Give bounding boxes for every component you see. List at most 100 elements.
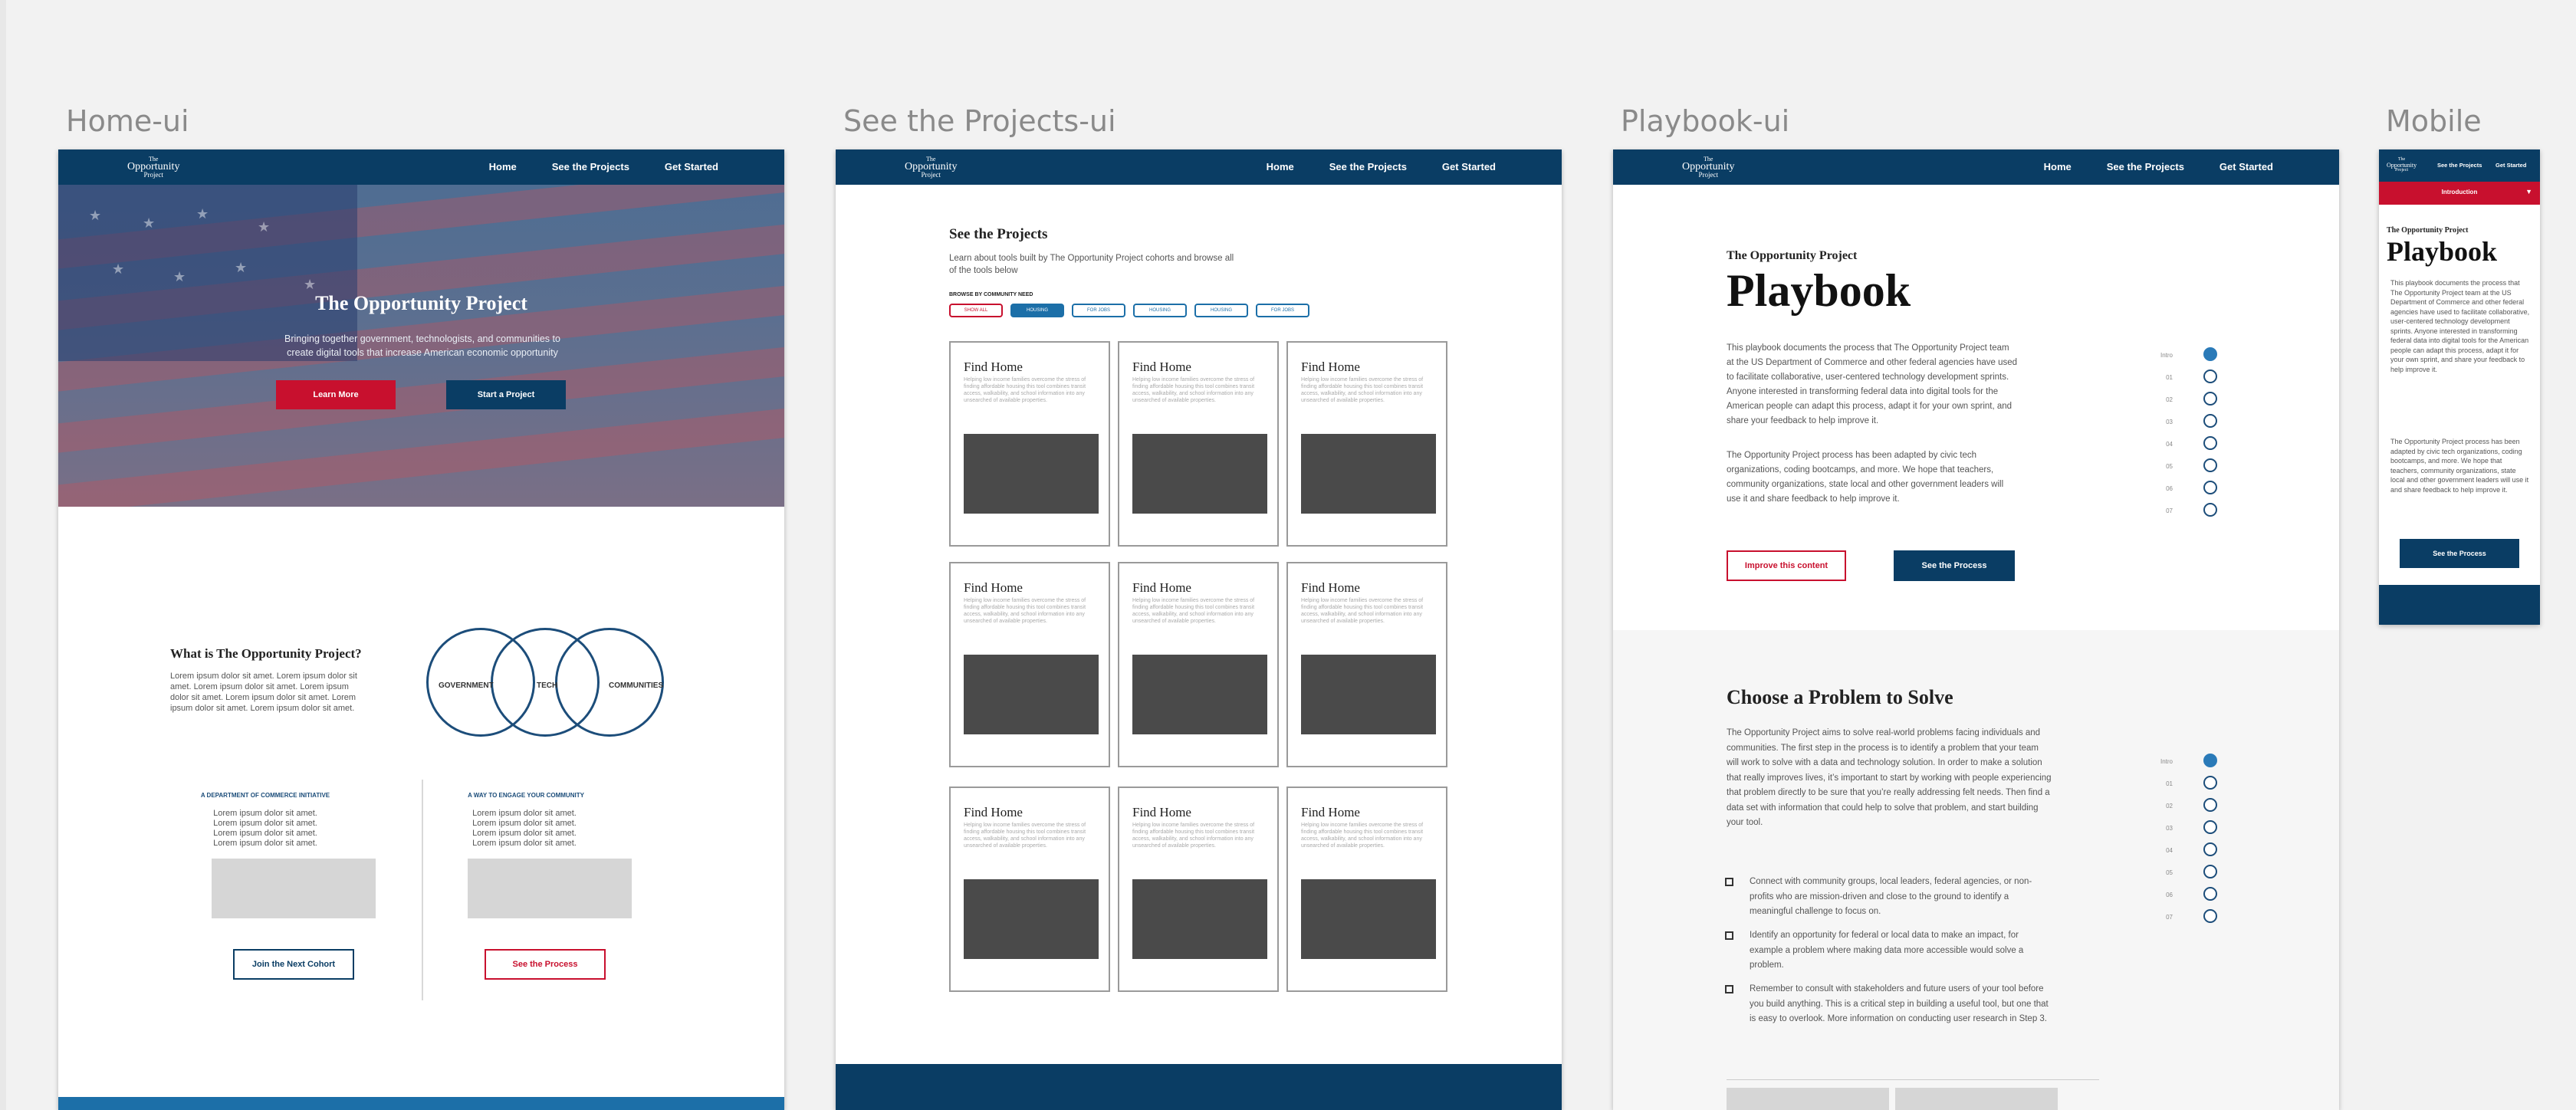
nav-link-projects[interactable]: See the Projects [2107,161,2184,172]
project-card[interactable]: Find Home Helping low income families ov… [1118,562,1279,767]
project-card[interactable]: Find Home Helping low income families ov… [949,562,1110,767]
mobile-nav: The Opportunity Project See the Projects… [2379,149,2540,182]
card-description: Helping low income families overcome the… [964,598,1086,624]
step-label: 07 [2166,507,2173,514]
artboard-projects: The Opportunity Project Home See the Pro… [836,149,1562,1110]
site-logo[interactable]: The Opportunity Project [2387,157,2417,173]
project-card[interactable]: Find Home Helping low income families ov… [949,341,1110,547]
nav-link-get-started[interactable]: Get Started [1442,161,1496,172]
nav-link-home[interactable]: Home [2044,161,2072,172]
card-image [964,879,1099,959]
hero-subtitle: Bringing together government, technologi… [284,333,560,358]
card-title: Find Home [1301,580,1360,595]
step-label: 06 [2166,485,2173,492]
card-image [1301,434,1436,514]
card-image [1132,879,1267,959]
card-description: Helping low income families overcome the… [964,377,1086,403]
nav-link-get-started[interactable]: Get Started [665,161,718,172]
project-card[interactable]: Find Home Helping low income families ov… [1286,341,1447,547]
footer-bar [58,1097,784,1110]
page-intro: Learn about tools built by The Opportuni… [949,254,1234,275]
project-card[interactable]: Find Home Helping low income families ov… [949,787,1110,992]
step-label: 01 [2166,374,2173,381]
step-dot[interactable] [2203,503,2217,517]
project-card[interactable]: Find Home Helping low income families ov… [1286,787,1447,992]
column-1-heading: A DEPARTMENT OF COMMERCE INITIATIVE [200,792,330,799]
column-2-body: Lorem ipsum dolor sit amet. Lorem ipsum … [472,809,577,848]
filter-chip-housing[interactable]: HOUSING [1133,304,1187,317]
card-description: Helping low income families overcome the… [1132,377,1255,403]
step-dot[interactable] [2203,436,2217,450]
learn-more-button[interactable]: Learn More [276,380,396,409]
step-dot[interactable] [2203,392,2217,406]
card-title: Find Home [1301,805,1360,819]
step-dot[interactable] [2203,481,2217,494]
top-nav: The Opportunity Project Home See the Pro… [836,149,1562,185]
site-logo[interactable]: The Opportunity Project [127,156,179,179]
filter-chip-show-all[interactable]: SHOW ALL [949,304,1003,317]
project-card[interactable]: Find Home Helping low income families ov… [1118,341,1279,547]
start-project-button[interactable]: Start a Project [446,380,566,409]
card-image [1301,879,1436,959]
step-dot[interactable] [2203,842,2217,856]
nav-link-home[interactable]: Home [489,161,517,172]
step-dot[interactable] [2203,887,2217,901]
join-cohort-button[interactable]: Join the Next Cohort [233,949,354,980]
step-dot[interactable] [2203,369,2217,383]
divider [1727,1079,2099,1080]
artboard-mobile: The Opportunity Project See the Projects… [2379,149,2540,625]
star-icon: ★ [304,277,317,292]
step-dot[interactable] [2203,909,2217,923]
playbook-intro-2: The Opportunity Project process has been… [1727,451,2004,504]
site-logo[interactable]: The Opportunity Project [905,156,957,179]
star-icon: ★ [112,261,125,277]
image-placeholder [468,859,632,918]
card-description: Helping low income families overcome the… [1301,598,1424,624]
step-label: 02 [2166,396,2173,403]
filter-chip-jobs[interactable]: FOR JOBS [1072,304,1125,317]
step-label: 07 [2166,914,2173,921]
see-process-button[interactable]: See the Process [1894,550,2015,581]
logo-line-3: Project [2395,168,2409,172]
nav-link-get-started[interactable]: Get Started [2496,162,2526,169]
filter-chip-jobs[interactable]: FOR JOBS [1256,304,1309,317]
nav-link-projects[interactable]: See the Projects [1329,161,1407,172]
step-dot[interactable] [2203,798,2217,812]
card-description: Helping low income families overcome the… [1132,598,1255,624]
step-dot-active[interactable] [2203,347,2217,361]
step-dot[interactable] [2203,820,2217,834]
checklist-checkbox[interactable] [1725,931,1733,940]
step-label: 03 [2166,419,2173,425]
step-dot-active[interactable] [2203,754,2217,767]
section-dropdown[interactable]: Introduction ▼ [2379,182,2540,205]
project-card[interactable]: Find Home Helping low income families ov… [1118,787,1279,992]
checklist-checkbox[interactable] [1725,878,1733,886]
nav-link-get-started[interactable]: Get Started [2220,161,2273,172]
step-dot[interactable] [2203,458,2217,472]
filter-chip-housing[interactable]: HOUSING [1010,304,1064,317]
artboard-label-projects: See the Projects-ui [843,104,1116,138]
nav-link-projects[interactable]: See the Projects [552,161,629,172]
nav-link-projects[interactable]: See the Projects [2437,162,2482,169]
playbook-title: Playbook [2387,236,2498,267]
site-logo[interactable]: The Opportunity Project [1682,156,1734,179]
see-process-button[interactable]: See the Process [485,949,606,980]
step-dot[interactable] [2203,414,2217,428]
artboard-home: The Opportunity Project Home See the Pro… [58,149,784,1110]
dropdown-selected: Introduction [2441,189,2478,195]
filter-chip-housing[interactable]: HOUSING [1194,304,1248,317]
checklist-checkbox[interactable] [1725,985,1733,993]
checklist-item: Remember to consult with stakeholders an… [1750,984,2049,1023]
nav-link-home[interactable]: Home [1267,161,1294,172]
hero-banner: ★ ★ ★ ★ ★ ★ ★ ★ The Opportunity Project … [58,185,784,507]
card-description: Helping low income families overcome the… [1301,823,1424,849]
step-dot[interactable] [2203,776,2217,790]
step-dot[interactable] [2203,865,2217,878]
venn-label-tech: TECH [537,681,558,690]
improve-content-button[interactable]: Improve this content [1727,550,1846,581]
playbook-eyebrow: The Opportunity Project [2387,226,2469,235]
see-process-button[interactable]: See the Process [2400,539,2519,568]
star-icon: ★ [143,215,156,231]
project-card[interactable]: Find Home Helping low income families ov… [1286,562,1447,767]
step-label: 04 [2166,847,2173,854]
